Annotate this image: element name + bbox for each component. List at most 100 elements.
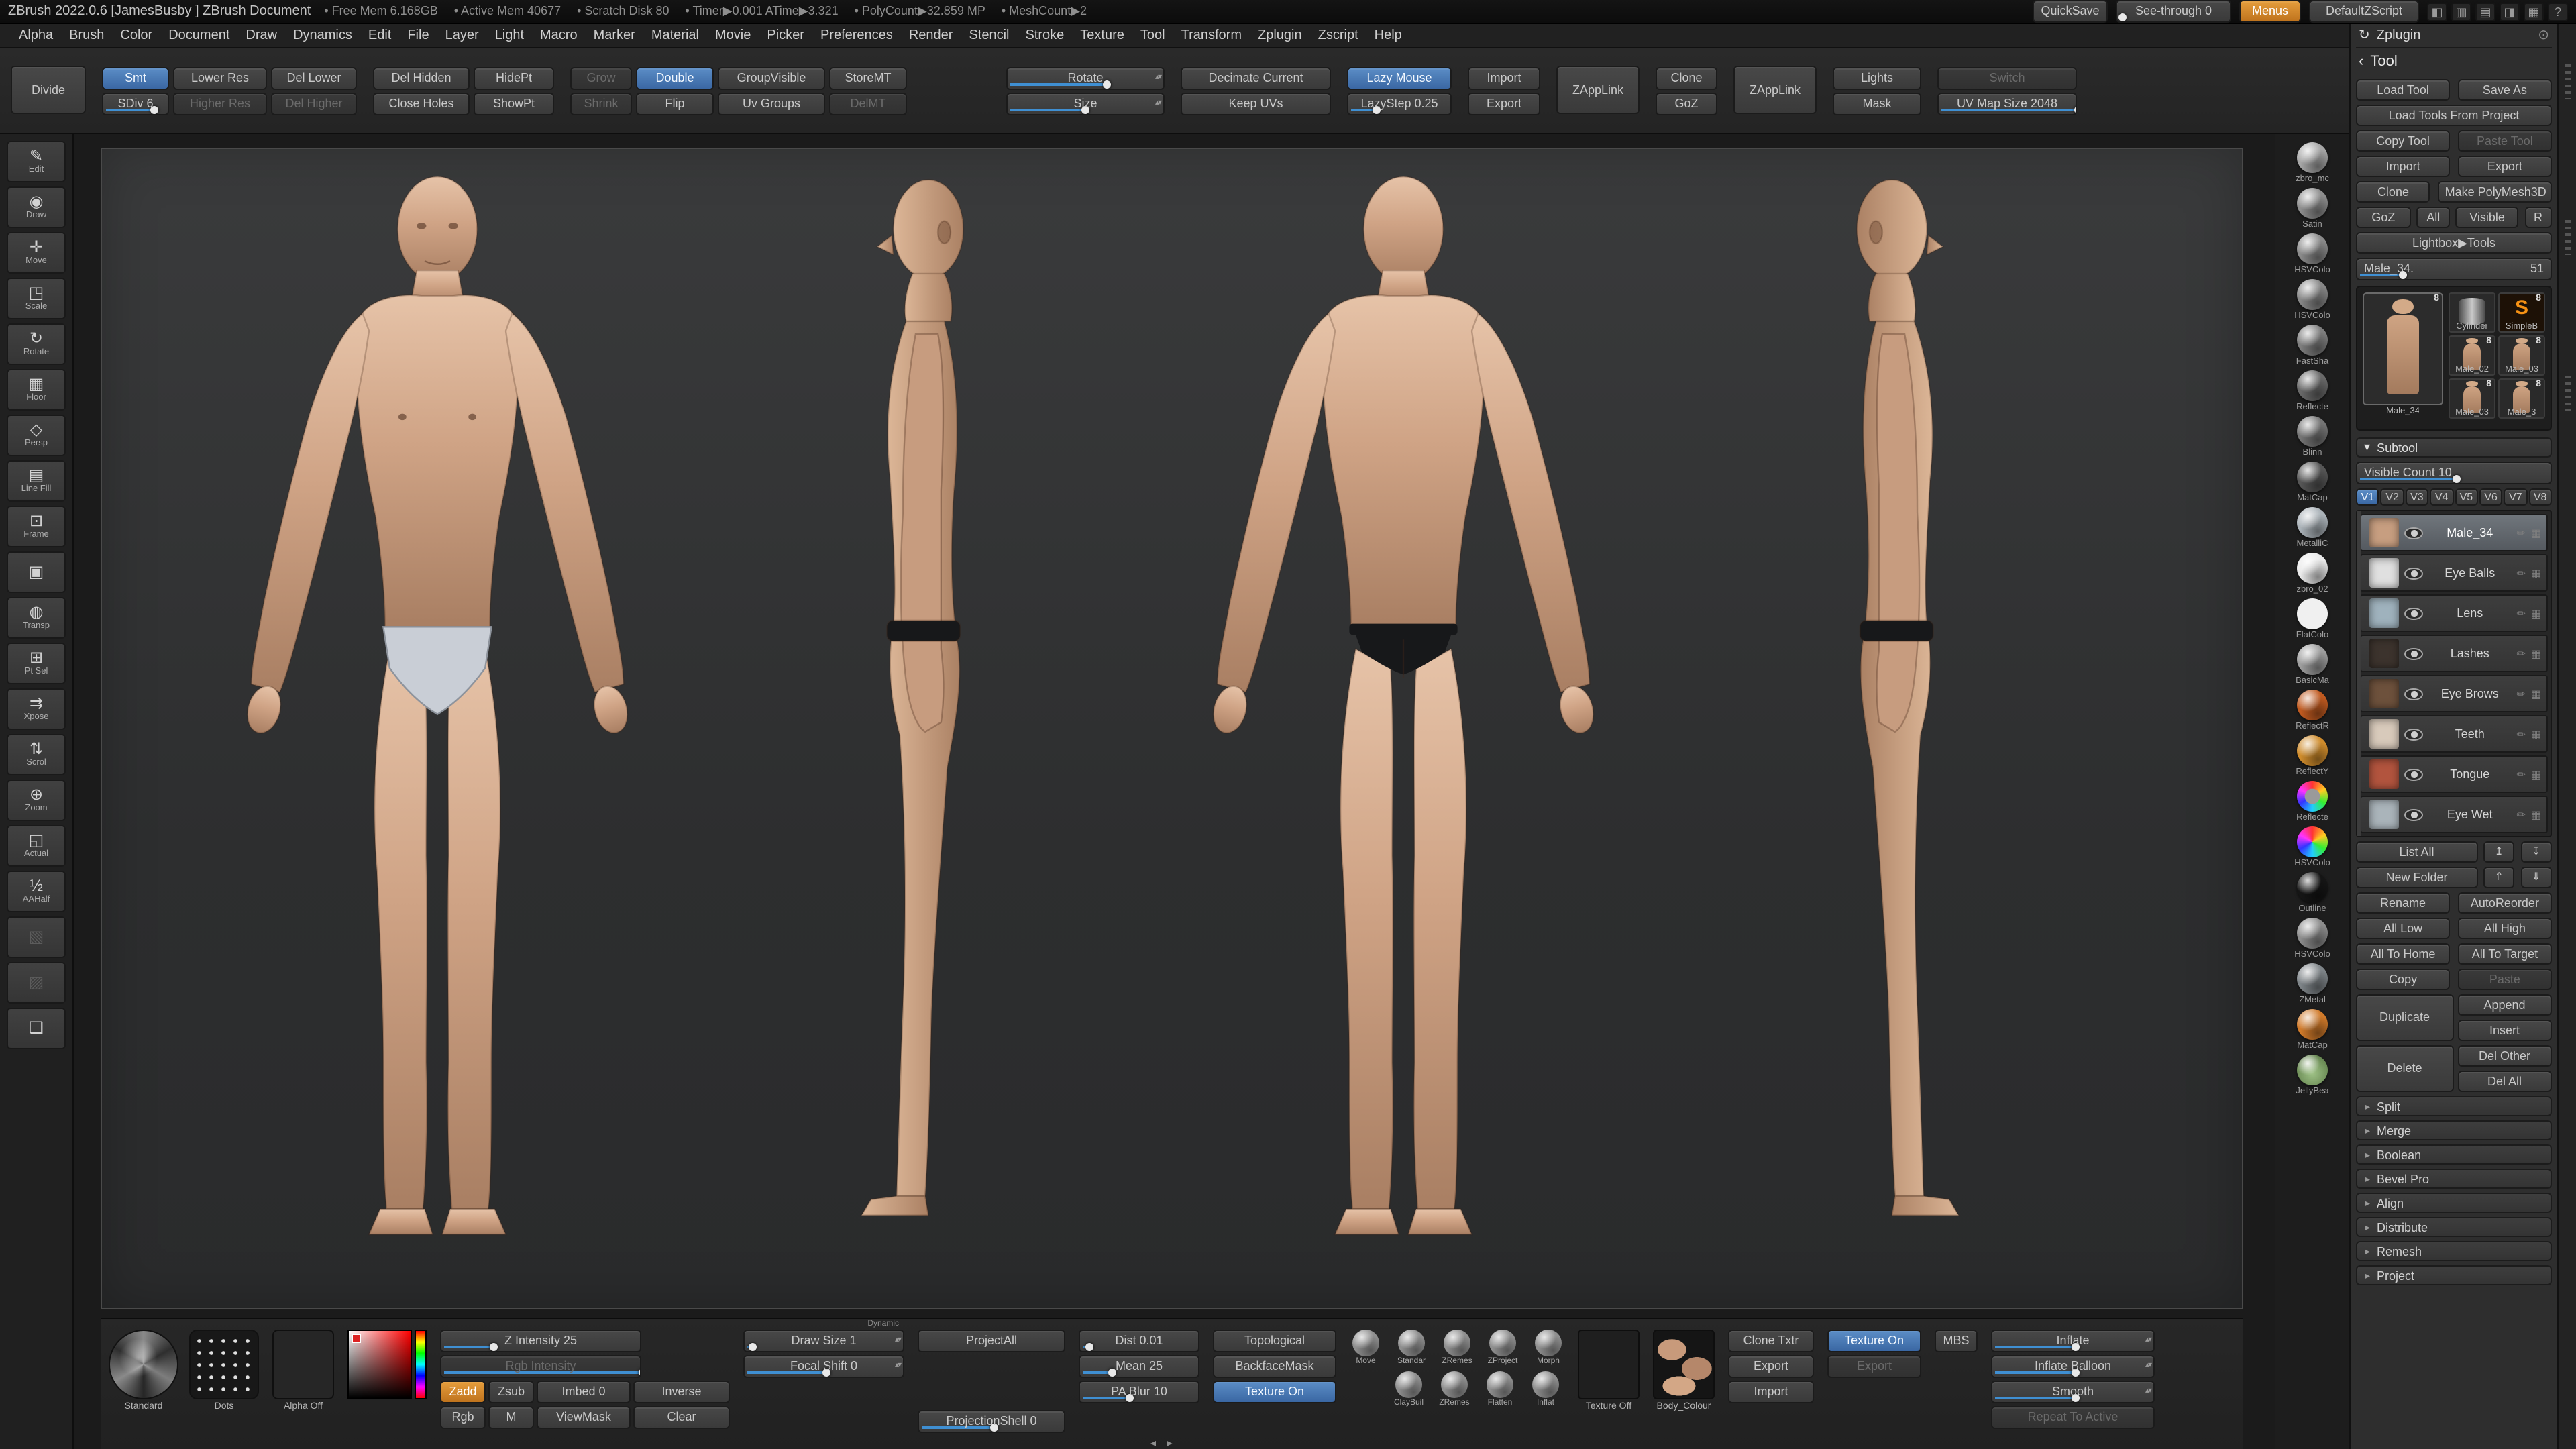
view-tab[interactable]: V1 xyxy=(2356,488,2379,506)
collapsed-subpalette[interactable]: ▸ Merge xyxy=(2356,1120,2552,1140)
menu-item[interactable]: Draw xyxy=(237,27,285,44)
quick-brush[interactable]: ClayBuil xyxy=(1393,1371,1425,1407)
collapsed-subpalette[interactable]: ▸ Align xyxy=(2356,1193,2552,1213)
deformation-slider[interactable]: Repeat To Active xyxy=(1991,1406,2155,1429)
tool-thumbnail[interactable]: 8 Male_02 xyxy=(2449,335,2496,376)
sculpt-mode-button[interactable]: Imbed 0 xyxy=(537,1381,631,1403)
toolbar-tall-button[interactable]: Divide xyxy=(11,65,86,113)
toolbar-button[interactable]: Switch xyxy=(1937,66,2077,89)
uv-icon[interactable]: ▦ xyxy=(2531,688,2541,700)
texture-thumbnail[interactable] xyxy=(1653,1330,1715,1399)
gizmo-cube-icon[interactable]: ❑ xyxy=(7,1008,66,1049)
material-item[interactable]: HSVColo xyxy=(2294,279,2330,321)
frame-button[interactable]: ⊡ Frame xyxy=(7,506,66,547)
toolbar-button[interactable]: Close Holes xyxy=(373,92,470,115)
hue-bar[interactable] xyxy=(415,1330,427,1399)
mask-toggle-button[interactable]: BackfaceMask xyxy=(1213,1355,1336,1378)
brush-thumbnail[interactable]: Standard xyxy=(109,1330,178,1444)
intensity-slider[interactable]: Z Intensity 25 xyxy=(440,1330,641,1352)
delete-option-button[interactable]: Del All xyxy=(2457,1071,2552,1092)
projection-slider[interactable]: Mean 25 xyxy=(1079,1355,1199,1378)
layout-icon[interactable]: ▤ xyxy=(2475,2,2496,21)
view-tab[interactable]: V8 xyxy=(2528,488,2552,506)
sculpt-mode-button[interactable]: Clear xyxy=(633,1406,730,1429)
subtool-action-button[interactable]: All To Target xyxy=(2458,943,2552,965)
scroll-tool[interactable]: ⇅ Scrol xyxy=(7,734,66,775)
uv-icon[interactable]: ▦ xyxy=(2531,808,2541,820)
menu-item[interactable]: Tool xyxy=(1132,27,1173,44)
subtool-action-button[interactable]: Rename xyxy=(2356,892,2450,914)
toolbar-button[interactable]: Smt xyxy=(102,66,169,89)
texture-toggle-button[interactable]: Texture On xyxy=(1827,1330,1921,1352)
append-insert-button[interactable]: Insert xyxy=(2457,1020,2552,1041)
draw-size-slider[interactable]: Focal Shift 0 xyxy=(743,1355,904,1378)
quick-brush[interactable]: ZProject xyxy=(1487,1330,1519,1366)
toolbar-button[interactable]: HidePt xyxy=(474,66,554,89)
subtool-row[interactable]: Lashes ✏ ▦ xyxy=(2360,635,2548,672)
zplugin-header[interactable]: ↻ Zplugin ⊙ xyxy=(2356,24,2552,48)
view-tab[interactable]: V3 xyxy=(2406,488,2429,506)
toolbar-button[interactable]: Mask xyxy=(1833,92,1921,115)
default-zscript-button[interactable]: DefaultZScript xyxy=(2309,0,2419,23)
material-item[interactable]: ReflectR xyxy=(2296,690,2329,731)
toolbar-button[interactable]: UV Map Size 2048 xyxy=(1937,92,2077,115)
menu-item[interactable]: File xyxy=(399,27,437,44)
tool-palette-button[interactable]: GoZ xyxy=(2356,207,2411,228)
texture-button[interactable]: Export xyxy=(1728,1355,1814,1378)
collapsed-subpalette[interactable]: ▸ Boolean xyxy=(2356,1144,2552,1165)
mask-toggle-button[interactable]: Topological xyxy=(1213,1330,1336,1352)
material-item[interactable]: FastSha xyxy=(2296,325,2328,366)
toolbar-button[interactable]: Del Hidden xyxy=(373,66,470,89)
drag-grip[interactable] xyxy=(2565,376,2570,411)
deformation-slider[interactable]: Inflate Balloon xyxy=(1991,1355,2155,1378)
subtool-row[interactable]: Tongue ✏ ▦ xyxy=(2360,755,2548,793)
pin-icon[interactable]: ⊙ xyxy=(2538,28,2549,43)
projection-slider[interactable]: Dist 0.01 xyxy=(1079,1330,1199,1352)
tool-thumbnail[interactable]: 8 Male_03 xyxy=(2449,378,2496,419)
material-item[interactable]: JellyBea xyxy=(2296,1055,2328,1096)
menu-item[interactable]: Stroke xyxy=(1017,27,1072,44)
subtool-row[interactable]: Eye Brows ✏ ▦ xyxy=(2360,675,2548,712)
subtool-row[interactable]: Lens ✏ ▦ xyxy=(2360,594,2548,632)
subtool-row[interactable]: Eye Balls ✏ ▦ xyxy=(2360,554,2548,592)
material-item[interactable]: Satin xyxy=(2297,188,2328,229)
subtool-row[interactable]: Teeth ✏ ▦ xyxy=(2360,715,2548,753)
visibility-eye-icon[interactable] xyxy=(2404,808,2423,820)
delete-option-button[interactable]: Del Other xyxy=(2457,1045,2552,1067)
move-tool[interactable]: ✛ Move xyxy=(7,232,66,274)
toolbar-button[interactable]: Del Higher xyxy=(271,92,357,115)
line-fill-toggle[interactable]: ▤ Line Fill xyxy=(7,460,66,502)
toolbar-button[interactable]: Shrink xyxy=(570,92,632,115)
material-item[interactable]: Outline xyxy=(2297,872,2328,914)
floor-toggle[interactable]: ▦ Floor xyxy=(7,369,66,411)
quicksave-button[interactable]: QuickSave xyxy=(2033,0,2108,23)
toolbar-button[interactable]: SDiv 6 xyxy=(102,92,169,115)
layout-icon[interactable]: ◧ xyxy=(2427,2,2447,21)
material-item[interactable]: MetalliC xyxy=(2297,507,2328,549)
material-item[interactable]: ZMetal xyxy=(2297,963,2328,1005)
menu-item[interactable]: Preferences xyxy=(812,27,901,44)
tool-palette-button[interactable]: Load Tool xyxy=(2356,79,2450,101)
subtool-action-button[interactable]: New Folder xyxy=(2356,867,2477,888)
collapsed-subpalette[interactable]: ▸ Project xyxy=(2356,1265,2552,1285)
visibility-eye-icon[interactable] xyxy=(2404,607,2423,619)
sculpt-mode-button[interactable]: ViewMask xyxy=(537,1406,631,1429)
subtool-action-button[interactable]: ⇓ xyxy=(2520,867,2552,888)
brush-thumbnail[interactable]: Dots xyxy=(189,1330,259,1444)
duplicate-button[interactable]: Duplicate xyxy=(2356,994,2453,1041)
active-tool-thumbnail[interactable]: 8 xyxy=(2363,292,2443,405)
transp-toggle[interactable]: ◍ Transp xyxy=(7,597,66,639)
subtool-row[interactable]: Male_34 ✏ ▦ xyxy=(2360,514,2548,551)
document-canvas[interactable] xyxy=(101,148,2243,1309)
polypaint-icon[interactable]: ✏ xyxy=(2516,527,2525,539)
menu-item[interactable]: Zplugin xyxy=(1250,27,1310,44)
back-icon[interactable]: ‹ xyxy=(2359,54,2363,70)
uv-icon[interactable]: ▦ xyxy=(2531,567,2541,579)
delete-button[interactable]: Delete xyxy=(2356,1045,2453,1092)
xpose-button[interactable]: ⇉ Xpose xyxy=(7,688,66,730)
subtool-action-button[interactable]: Paste xyxy=(2458,969,2552,990)
polypaint-icon[interactable]: ✏ xyxy=(2516,728,2525,740)
view-tab[interactable]: V6 xyxy=(2479,488,2503,506)
quick-brush[interactable]: Standar xyxy=(1395,1330,1428,1366)
material-item[interactable]: HSVColo xyxy=(2294,918,2330,959)
